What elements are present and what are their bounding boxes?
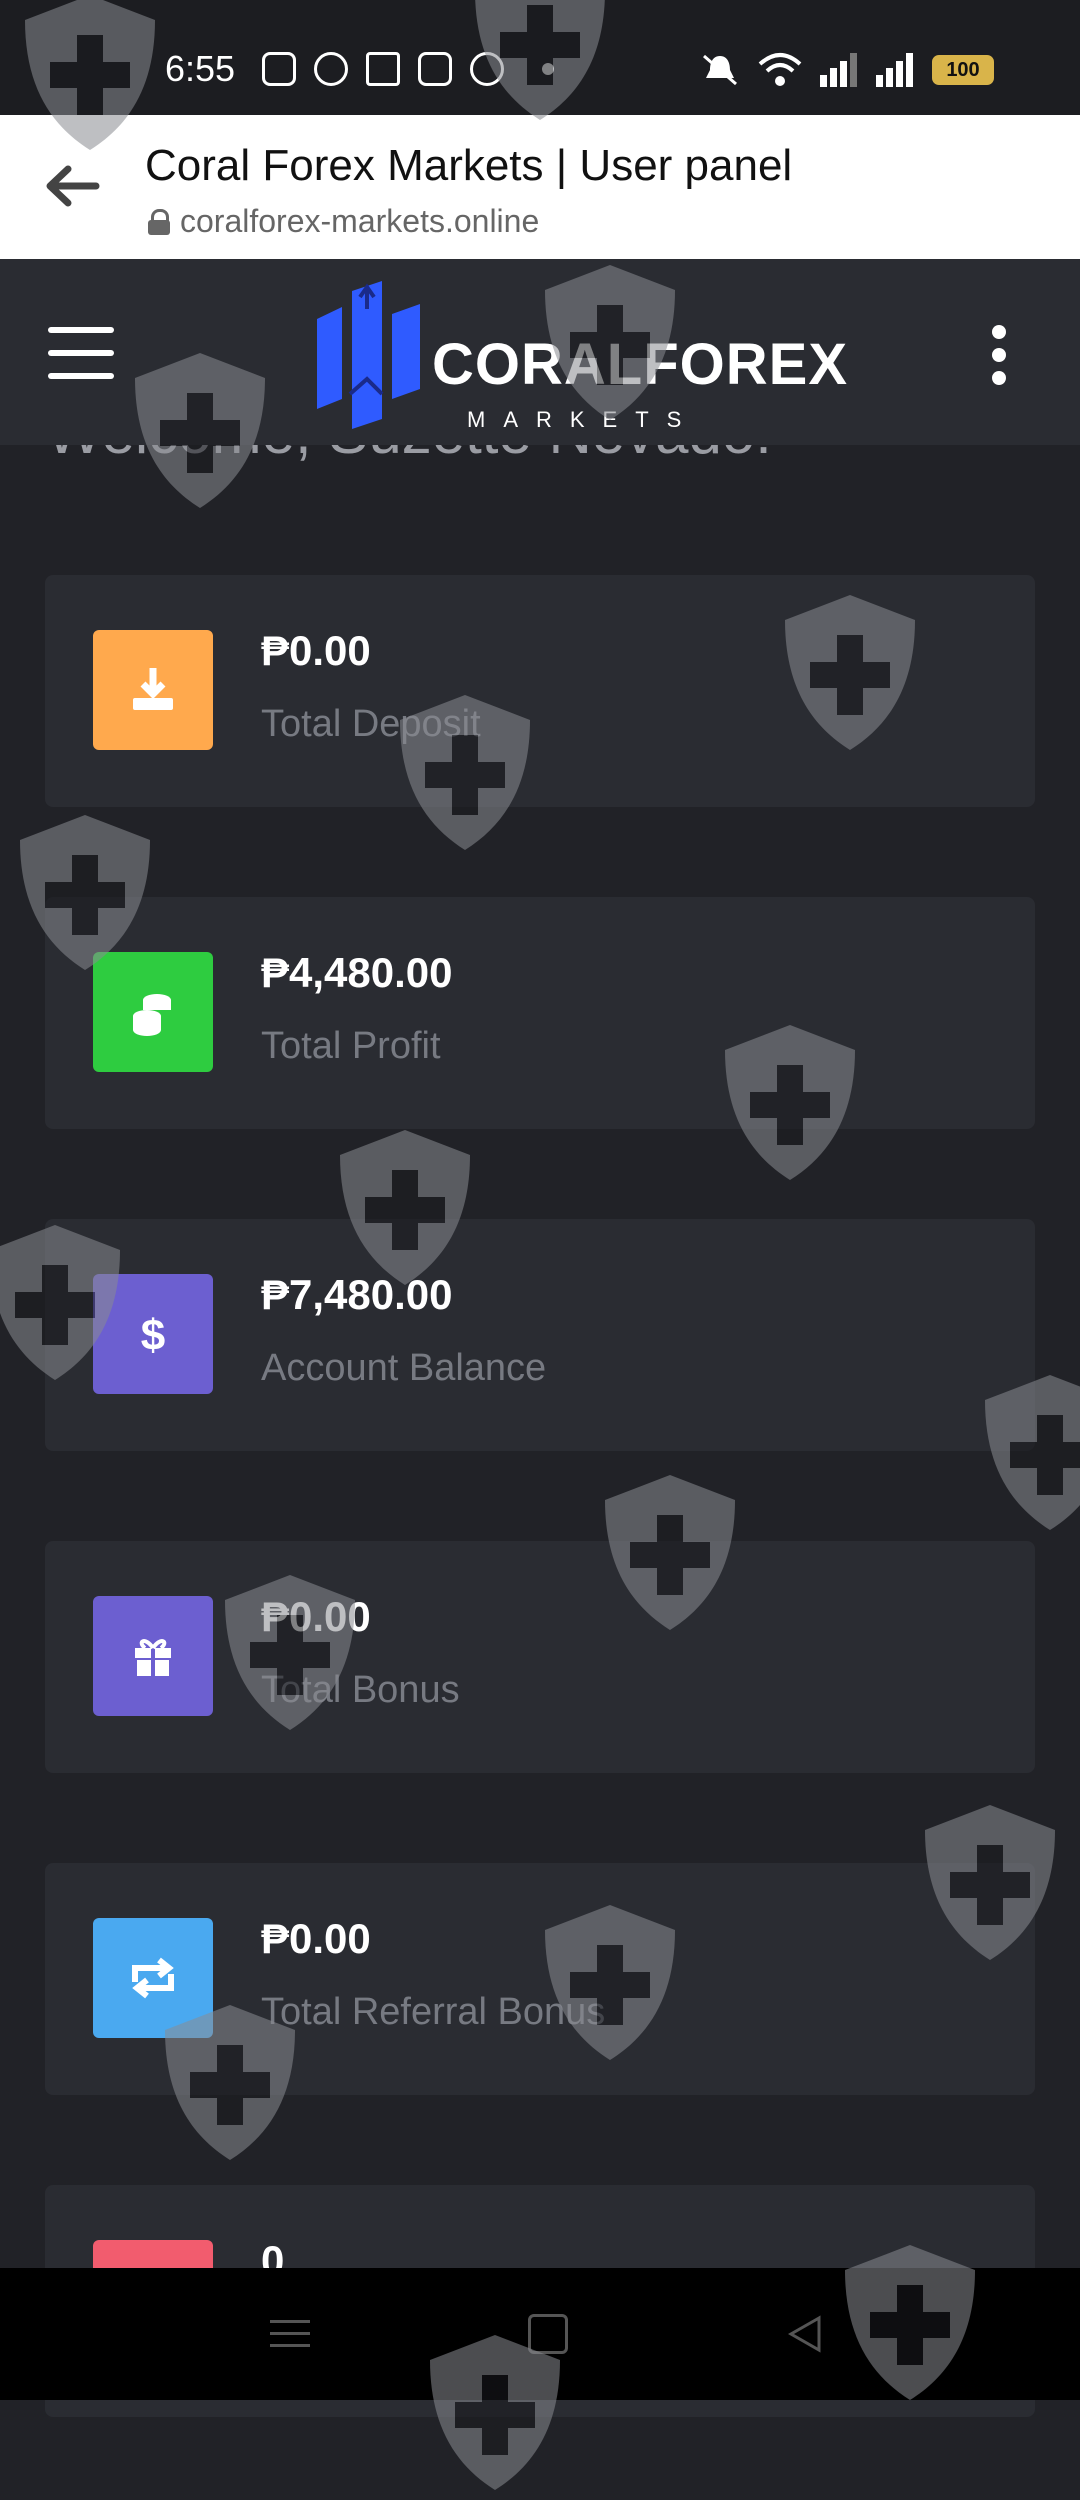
- card-label: Account Balance: [261, 1347, 547, 1389]
- shopee-icon: [262, 52, 296, 86]
- card-value: ₱0.00: [261, 1593, 371, 1640]
- coralforex-logo[interactable]: CORALFOREX MARKETS: [312, 269, 847, 439]
- retweet-icon: [132, 1957, 174, 1999]
- stat-card-total-bonus: ₱0.00 Total Bonus: [45, 1541, 1035, 1773]
- download-icon: [133, 668, 173, 710]
- page-title: Coral Forex Markets | User panel: [145, 141, 793, 190]
- card-icon-box: [93, 1918, 213, 2038]
- sync-icon: [314, 52, 348, 86]
- facebook-icon: [470, 52, 504, 86]
- card-value: ₱0.00: [261, 1915, 371, 1962]
- nav-back-icon[interactable]: [785, 2314, 825, 2354]
- url-text: coralforex-markets.online: [180, 203, 540, 239]
- wifi-icon: [758, 53, 802, 86]
- gift-icon: [135, 1639, 171, 1676]
- card-label: Total Profit: [261, 1025, 441, 1067]
- logo-mark-icon: [317, 281, 420, 429]
- site-header: CORALFOREX MARKETS: [0, 259, 1080, 445]
- card-value: ₱0.00: [261, 627, 371, 674]
- battery-icon: 100: [932, 55, 994, 85]
- dollar-icon: $: [141, 1311, 165, 1360]
- more-options-icon[interactable]: [992, 325, 1010, 385]
- card-label: Total Bonus: [261, 1669, 460, 1711]
- stat-card-total-referral-bonus: ₱0.00 Total Referral Bonus: [45, 1863, 1035, 2095]
- card-label: Total Referral Bonus: [261, 1991, 606, 2033]
- android-nav-bar: [0, 2268, 1080, 2400]
- status-time: 6:55: [165, 48, 236, 89]
- logo-subtext: MARKETS: [467, 407, 700, 432]
- mute-icon: [703, 54, 737, 86]
- tiktok-icon: [366, 52, 400, 86]
- notification-icons: [262, 52, 554, 86]
- stat-card-total-deposit: ₱0.00 Total Deposit: [45, 575, 1035, 807]
- url-bar[interactable]: coralforex-markets.online: [148, 203, 539, 240]
- menu-icon[interactable]: [48, 327, 114, 379]
- stat-card-account-balance: $ ₱7,480.00 Account Balance: [45, 1219, 1035, 1451]
- stat-card-total-profit: ₱4,480.00 Total Profit: [45, 897, 1035, 1129]
- status-bar: 6:55 100: [0, 0, 1080, 115]
- system-icons: 100: [700, 52, 994, 88]
- svg-text:$: $: [141, 1311, 165, 1360]
- card-icon-box: [93, 630, 213, 750]
- more-notifications-dot: [542, 63, 554, 75]
- recent-apps-icon[interactable]: [270, 2320, 310, 2350]
- card-value: ₱7,480.00: [261, 1271, 453, 1318]
- signal-icon-2: [876, 53, 913, 87]
- browser-bar: Coral Forex Markets | User panel coralfo…: [0, 115, 1080, 259]
- card-icon-box: [93, 1596, 213, 1716]
- logo-word: CORALFOREX: [432, 332, 848, 397]
- lock-icon: [148, 208, 170, 235]
- back-arrow-icon[interactable]: [42, 161, 102, 211]
- card-value: ₱4,480.00: [261, 949, 453, 996]
- card-icon-box: [93, 952, 213, 1072]
- card-label: Total Deposit: [261, 703, 481, 745]
- home-icon[interactable]: [528, 2314, 568, 2354]
- signal-icon: [820, 53, 857, 87]
- coins-icon: [133, 994, 171, 1036]
- card-icon-box: $: [93, 1274, 213, 1394]
- instagram-icon: [418, 52, 452, 86]
